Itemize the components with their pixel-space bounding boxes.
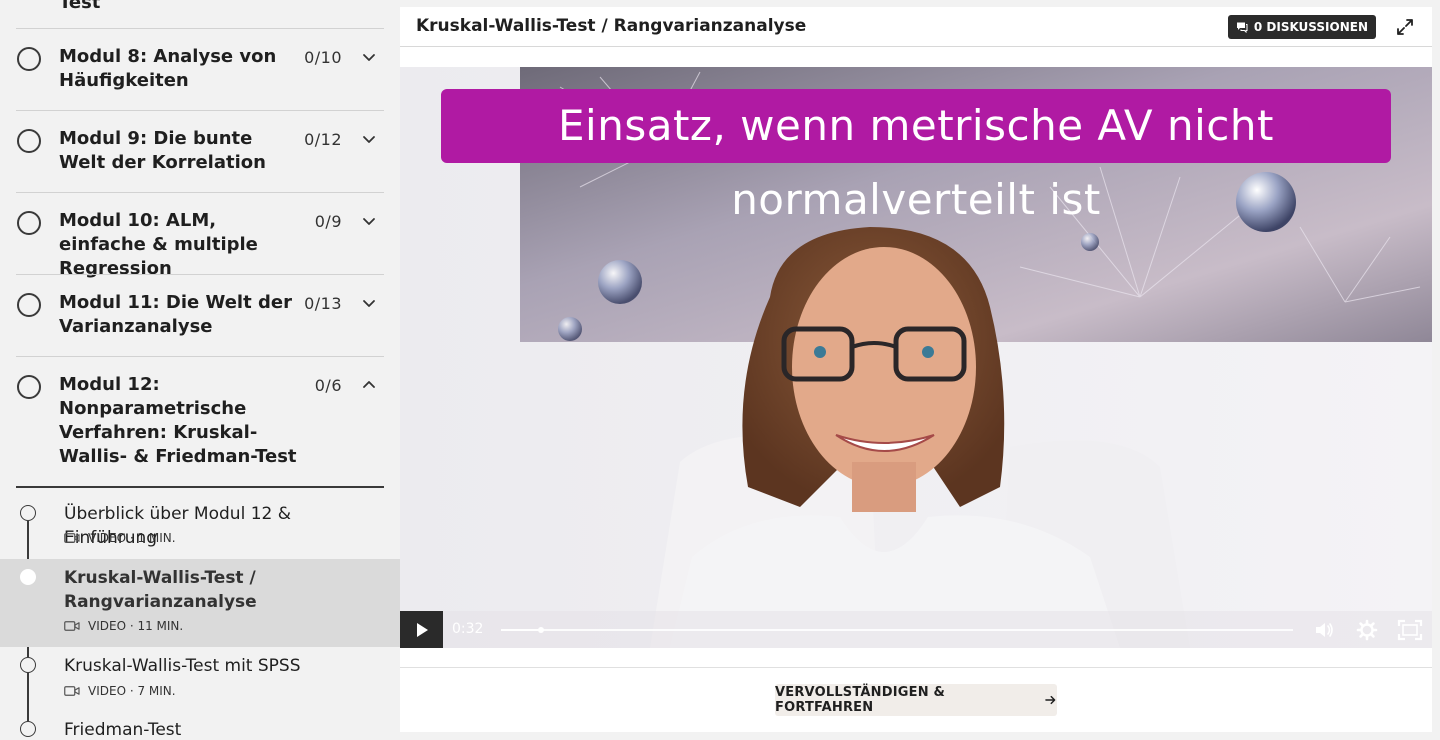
- lesson-status-dot: [20, 657, 36, 673]
- chevron-up-icon[interactable]: [360, 376, 378, 394]
- module-progress: 0/10: [304, 48, 342, 67]
- module-item-10[interactable]: Modul 10: ALM, einfache & multiple Regre…: [16, 193, 384, 279]
- lesson-meta: VIDEO · 7 MIN.: [64, 684, 176, 698]
- lesson-meta-text: VIDEO · 1 MIN.: [88, 531, 176, 545]
- module-title: Modul 12: Nonparametrische Verfahren: Kr…: [59, 374, 297, 467]
- module-progress: 0/9: [314, 212, 342, 231]
- expand-icon[interactable]: [1396, 18, 1414, 36]
- course-sidebar: Test Modul 8: Analyse von Häufigkeiten 0…: [0, 0, 400, 740]
- lesson-title: Kruskal-Wallis-Test mit SPSS: [64, 656, 301, 676]
- progress-bar[interactable]: [501, 627, 1293, 633]
- module-status-circle: [17, 293, 41, 317]
- module-progress: 0/12: [304, 130, 342, 149]
- lesson-title: Friedman-Test: [64, 720, 182, 740]
- module-divider: [16, 486, 384, 488]
- current-time: 0:32: [452, 621, 484, 637]
- video-player[interactable]: Einsatz, wenn metrische AV nicht normalv…: [400, 67, 1432, 648]
- module-title: Modul 8: Analyse von Häufigkeiten: [59, 46, 277, 91]
- module-item-11[interactable]: Modul 11: Die Welt der Varianzanalyse 0/…: [16, 275, 384, 357]
- module-item-9[interactable]: Modul 9: Die bunte Welt der Korrelation …: [16, 111, 384, 193]
- progress-fill: [501, 629, 541, 631]
- lesson-item-active[interactable]: Kruskal-Wallis-Test / Rangvarianzanalyse…: [0, 559, 400, 647]
- video-caption-banner: Einsatz, wenn metrische AV nicht normalv…: [441, 89, 1391, 224]
- settings-icon[interactable]: [1356, 619, 1378, 641]
- video-camera-icon: [64, 621, 80, 631]
- chat-icon: [1236, 22, 1248, 33]
- chevron-down-icon[interactable]: [360, 212, 378, 230]
- module-status-circle: [17, 47, 41, 71]
- play-button[interactable]: [400, 611, 443, 648]
- lesson-meta: VIDEO · 1 MIN.: [64, 531, 176, 545]
- video-camera-icon: [64, 533, 80, 543]
- previous-module-title-tail[interactable]: Test: [59, 0, 100, 13]
- lesson-title: Kruskal-Wallis-Test / Rangvarianzanalyse: [64, 568, 257, 612]
- lesson-status-dot: [20, 721, 36, 737]
- complete-button-label: VERVOLLSTÄNDIGEN & FORTFAHREN: [775, 685, 946, 715]
- lesson-header: Kruskal-Wallis-Test / Rangvarianzanalyse…: [400, 7, 1432, 47]
- module-progress: 0/6: [314, 376, 342, 395]
- chevron-down-icon[interactable]: [360, 48, 378, 66]
- lesson-item[interactable]: Friedman-Test: [0, 713, 400, 740]
- module-title: Modul 10: ALM, einfache & multiple Regre…: [59, 210, 258, 279]
- module-title: Modul 11: Die Welt der Varianzanalyse: [59, 292, 292, 337]
- module-item-12[interactable]: Modul 12: Nonparametrische Verfahren: Kr…: [16, 357, 384, 488]
- video-camera-icon: [64, 686, 80, 696]
- play-icon: [416, 622, 428, 637]
- complete-and-continue-button[interactable]: VERVOLLSTÄNDIGEN & FORTFAHREN: [775, 684, 1057, 716]
- module-status-circle: [17, 375, 41, 399]
- lesson-heading: Kruskal-Wallis-Test / Rangvarianzanalyse: [416, 16, 807, 36]
- lesson-meta: VIDEO · 11 MIN.: [64, 619, 183, 633]
- chevron-down-icon[interactable]: [360, 294, 378, 312]
- module-item-8[interactable]: Modul 8: Analyse von Häufigkeiten 0/10: [16, 29, 384, 111]
- video-controls: 0:32: [400, 611, 1432, 648]
- module-progress: 0/13: [304, 294, 342, 313]
- discussions-button[interactable]: 0 DISKUSSIONEN: [1227, 15, 1376, 39]
- progress-handle[interactable]: [537, 627, 544, 633]
- lesson-status-dot: [20, 569, 36, 585]
- lesson-item[interactable]: Überblick über Modul 12 & Einführung VID…: [0, 490, 400, 559]
- lesson-content-panel: Kruskal-Wallis-Test / Rangvarianzanalyse…: [400, 7, 1432, 732]
- footer-divider: [400, 667, 1432, 668]
- lesson-item[interactable]: Kruskal-Wallis-Test mit SPSS VIDEO · 7 M…: [0, 647, 400, 713]
- chevron-down-icon[interactable]: [360, 130, 378, 148]
- lesson-meta-text: VIDEO · 7 MIN.: [88, 684, 176, 698]
- arrow-right-icon: [1045, 695, 1056, 705]
- volume-icon[interactable]: [1313, 619, 1335, 641]
- fullscreen-icon[interactable]: [1397, 619, 1423, 641]
- module-title: Modul 9: Die bunte Welt der Korrelation: [59, 128, 266, 173]
- module-status-circle: [17, 211, 41, 235]
- discussions-label: 0 DISKUSSIONEN: [1253, 20, 1368, 34]
- lesson-meta-text: VIDEO · 11 MIN.: [88, 619, 184, 633]
- module-status-circle: [17, 129, 41, 153]
- lesson-status-dot: [20, 505, 36, 521]
